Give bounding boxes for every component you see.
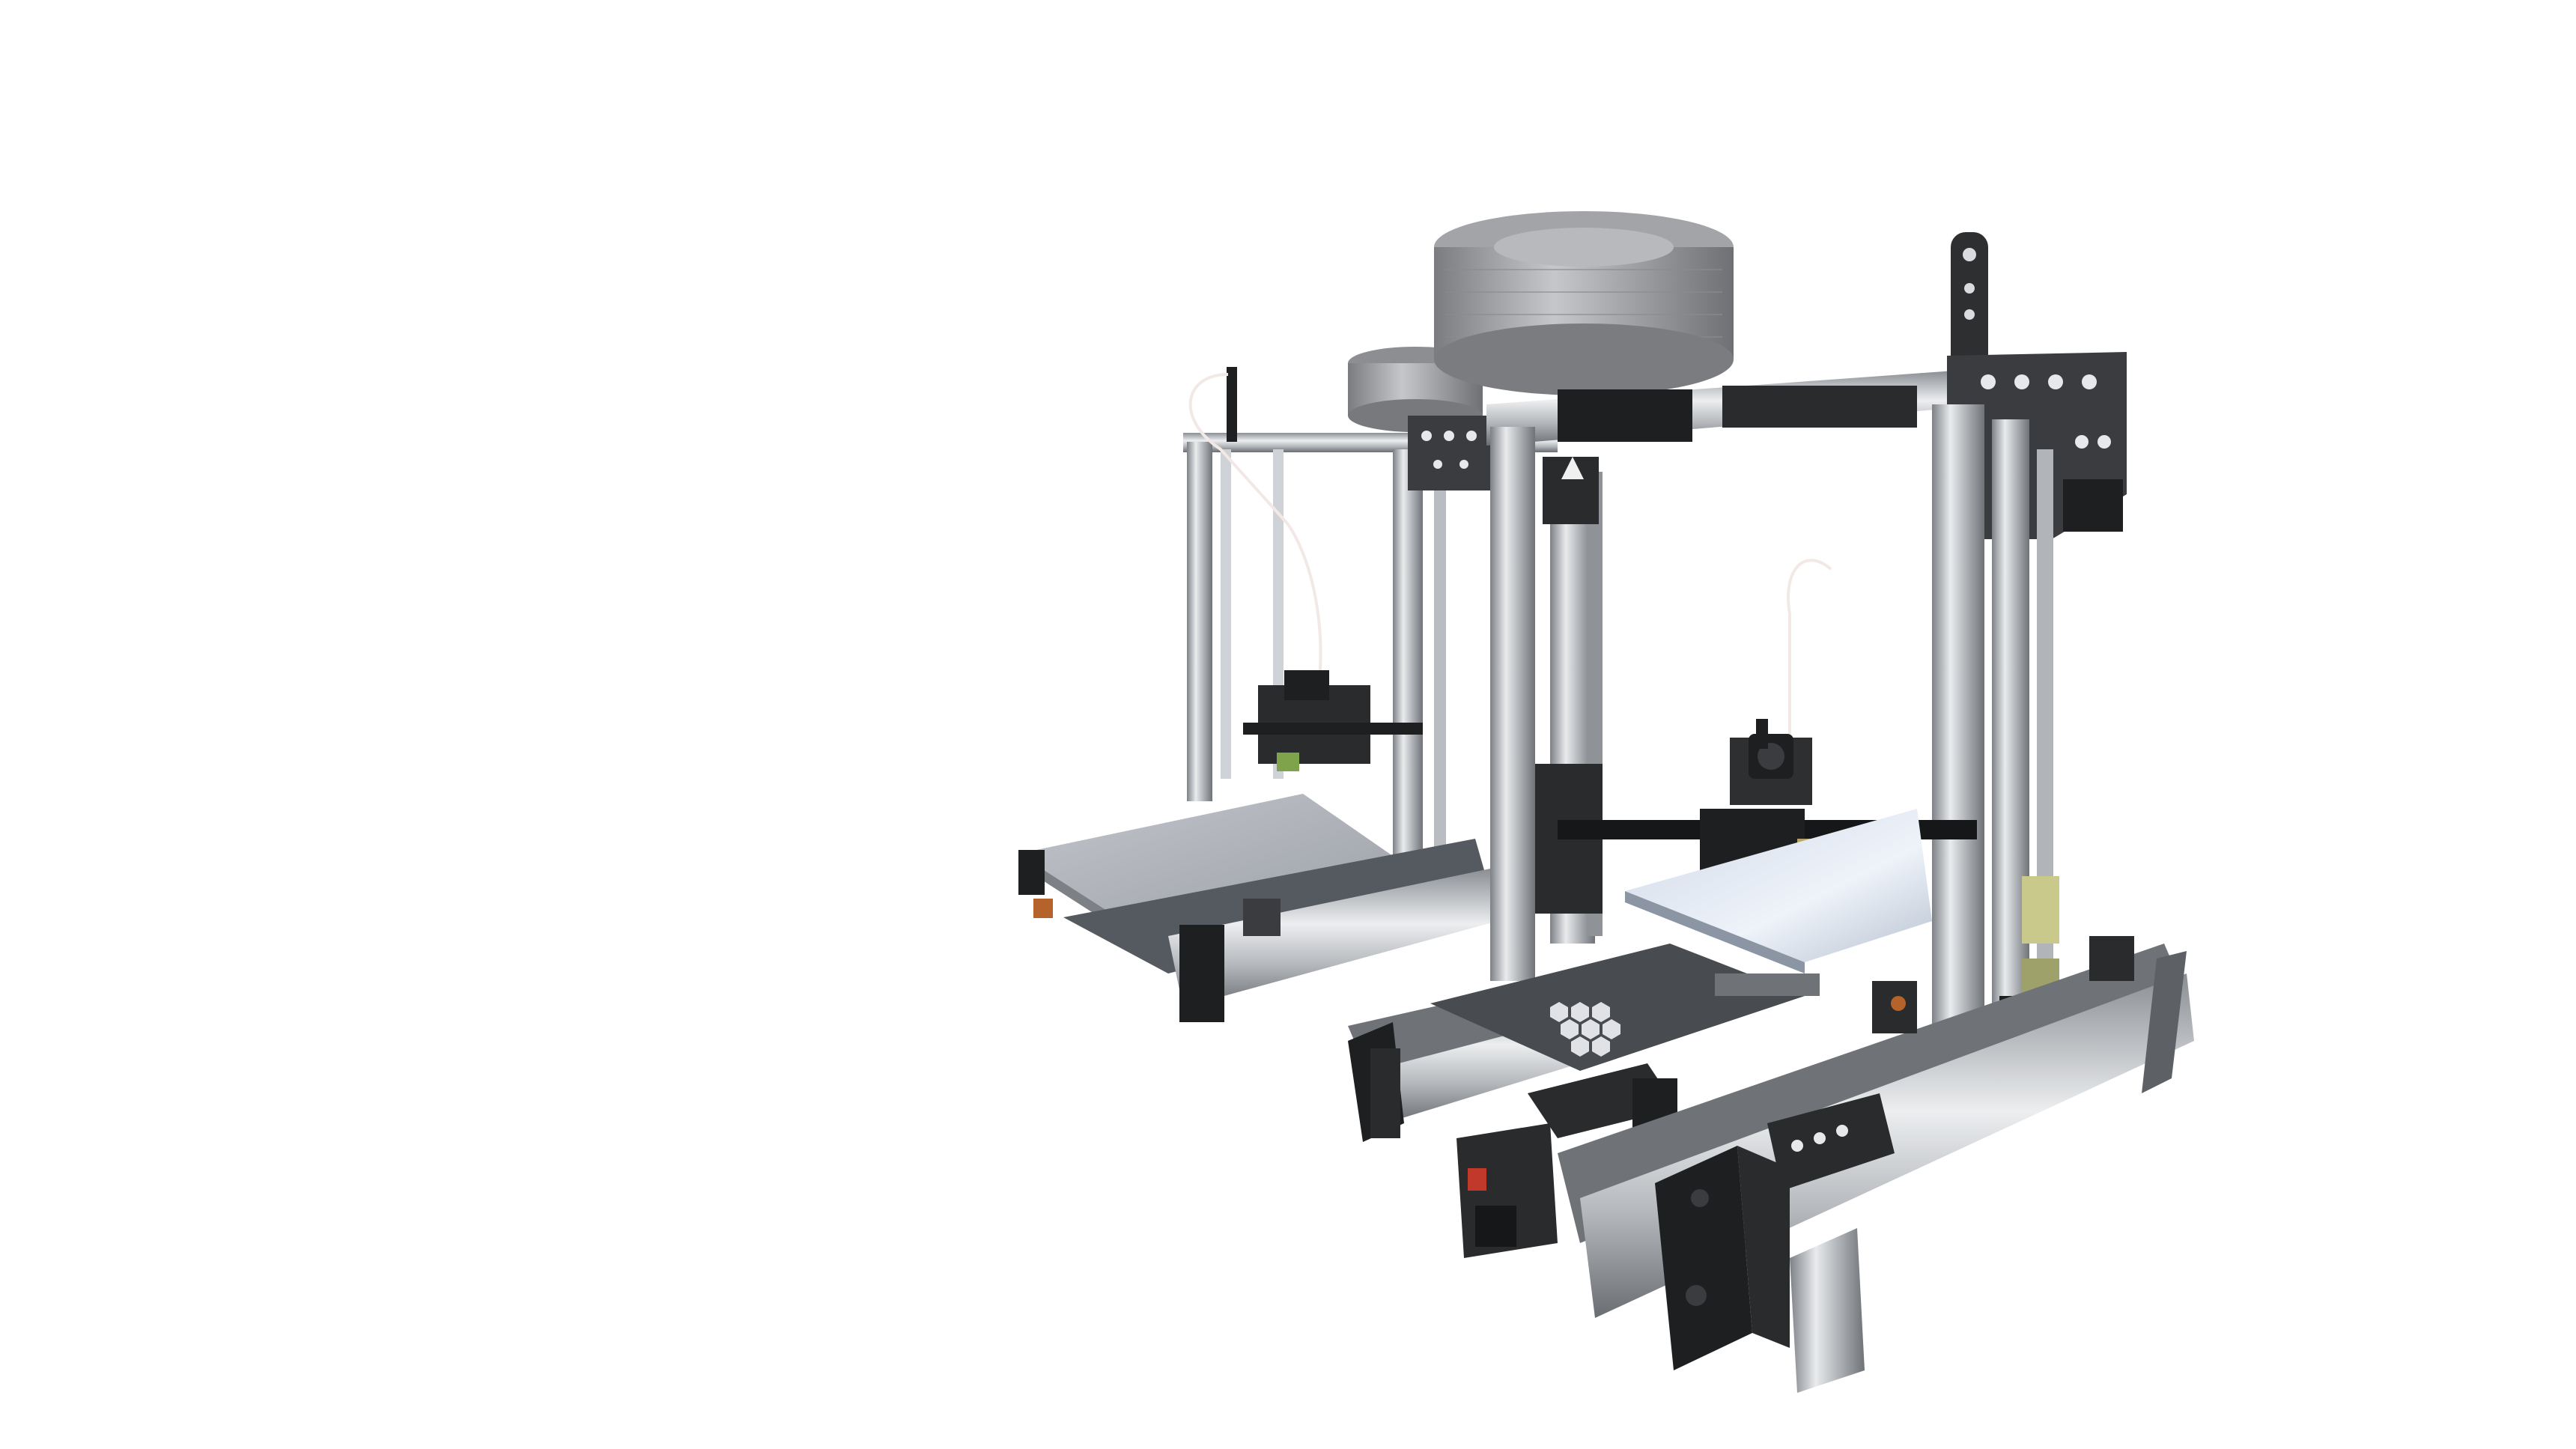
rear-3d-printer	[1018, 347, 1558, 1022]
render-scene	[1018, 211, 2194, 1393]
front-filament-spool	[1434, 211, 1734, 395]
